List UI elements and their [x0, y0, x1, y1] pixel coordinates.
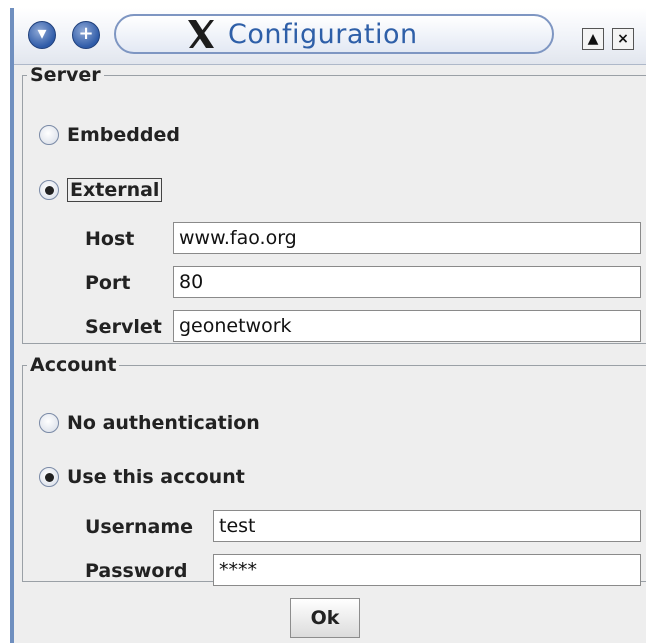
external-radio[interactable] [39, 180, 59, 200]
embedded-radio[interactable] [39, 125, 59, 145]
close-icon[interactable]: × [612, 28, 634, 50]
embedded-label: Embedded [67, 124, 180, 146]
username-label: Username [85, 516, 194, 538]
no-auth-label: No authentication [67, 412, 260, 434]
port-field[interactable]: 80 [173, 266, 641, 298]
add-icon[interactable]: + [72, 21, 100, 49]
username-field[interactable]: test [213, 510, 641, 542]
servlet-field[interactable]: geonetwork [173, 310, 641, 342]
embedded-radio-row[interactable]: Embedded [39, 124, 180, 146]
account-legend: Account [30, 354, 117, 376]
account-group: Account No authentication Use this accou… [22, 354, 646, 586]
no-auth-radio[interactable] [39, 413, 59, 433]
no-auth-radio-row[interactable]: No authentication [39, 412, 260, 434]
window-title: Configuration [228, 18, 418, 50]
ok-button[interactable]: Ok [290, 598, 360, 638]
configuration-window: ▾ + Configuration ▲ × Server Embedded Ex… [10, 8, 646, 643]
use-account-radio[interactable] [39, 467, 59, 487]
use-account-radio-row[interactable]: Use this account [39, 466, 245, 488]
external-label: External [67, 178, 163, 202]
shade-icon[interactable]: ▲ [582, 28, 604, 50]
server-legend: Server [30, 64, 101, 86]
host-field[interactable]: www.fao.org [173, 222, 641, 254]
server-group: Server Embedded External Host www.fao.or… [22, 64, 646, 344]
title-bar: ▾ + Configuration ▲ × [14, 8, 646, 65]
servlet-label: Servlet [85, 316, 162, 338]
port-label: Port [85, 272, 131, 294]
x-logo-icon [188, 20, 214, 48]
password-label: Password [85, 560, 188, 582]
password-field[interactable]: **** [213, 554, 641, 586]
use-account-label: Use this account [67, 466, 245, 488]
external-radio-row[interactable]: External [39, 178, 163, 202]
menu-icon[interactable]: ▾ [28, 21, 56, 49]
title-group: Configuration [184, 16, 418, 52]
host-label: Host [85, 228, 135, 250]
